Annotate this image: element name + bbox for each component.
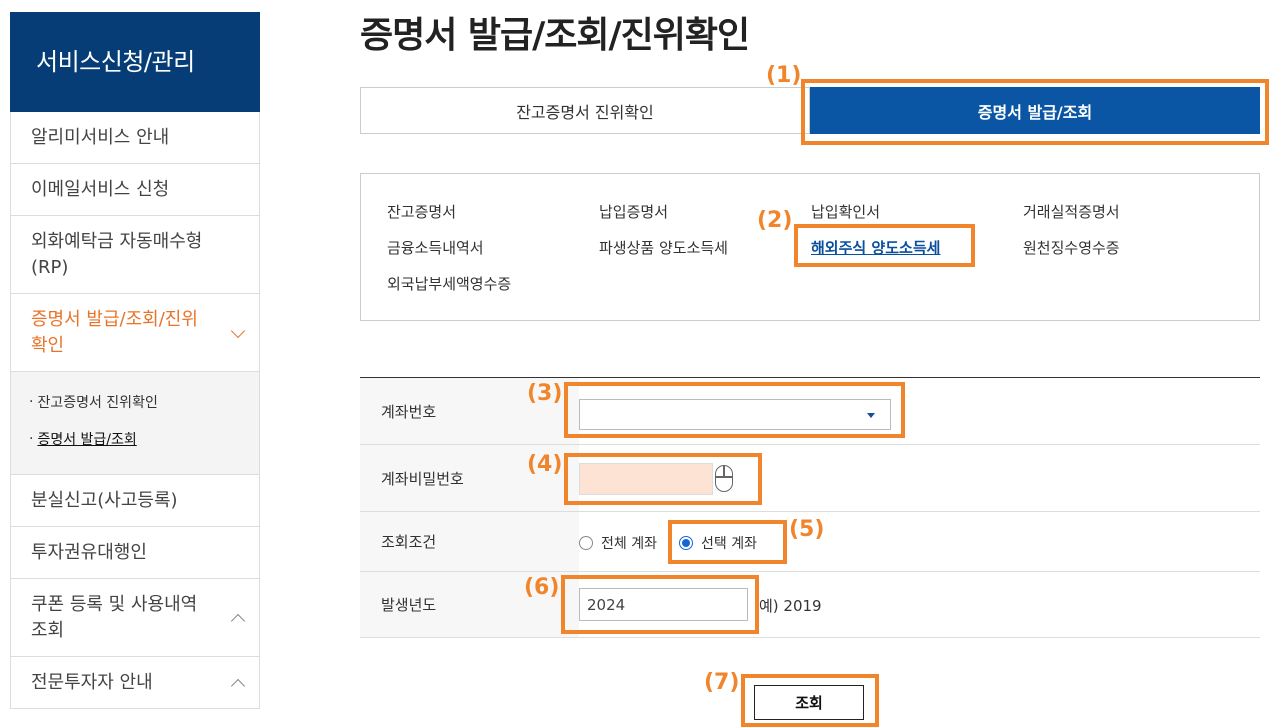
condition-label: 조회조건	[381, 533, 437, 551]
sidebar-item-label: 증명서 발급/조회/진위확인	[31, 308, 198, 356]
annotation-label-4: (4)	[527, 452, 563, 477]
annotation-label-3: (3)	[527, 381, 563, 406]
doc-payment-confirm[interactable]: 납입확인서	[811, 201, 880, 222]
doc-foreign-tax-receipt[interactable]: 외국납부세액영수증	[387, 273, 511, 294]
sidebar-item-agent[interactable]: 투자권유대행인	[10, 527, 260, 579]
sidebar-title: 서비스신청/관리	[10, 12, 260, 112]
annotation-label-7: (7)	[704, 670, 740, 695]
annotation-box-1	[801, 79, 1269, 145]
radio-all-accounts[interactable]: 전체 계좌	[579, 533, 657, 553]
radio-label: 전체 계좌	[601, 536, 657, 552]
tab-verify[interactable]: 잔고증명서 진위확인	[360, 87, 810, 134]
annotation-box-4	[564, 453, 762, 505]
form-row-password: 계좌비밀번호	[360, 445, 1260, 512]
form-row-year: 발생년도 예) 2019	[360, 572, 1260, 638]
doc-balance-cert[interactable]: 잔고증명서	[387, 201, 456, 222]
doc-payment-cert[interactable]: 납입증명서	[599, 201, 668, 222]
radio-button[interactable]	[579, 536, 593, 550]
sidebar-item-rp[interactable]: 외화예탁금 자동매수형(RP)	[10, 216, 260, 294]
sidebar-item-label: 분실신고(사고등록)	[31, 489, 178, 511]
sidebar-submenu: · 잔고증명서 진위확인 · 증명서 발급/조회	[10, 372, 260, 475]
annotation-box-5	[668, 520, 787, 564]
annotation-box-6	[561, 575, 759, 634]
submenu-item-issue[interactable]: · 증명서 발급/조회	[29, 429, 259, 449]
submenu-item-verify[interactable]: · 잔고증명서 진위확인	[29, 392, 259, 412]
annotation-label-5: (5)	[789, 517, 825, 542]
sidebar-item-label: 투자권유대행인	[31, 541, 147, 563]
annotation-box-3	[564, 382, 905, 438]
annotation-label-1: (1)	[766, 63, 802, 88]
sidebar-item-loss-report[interactable]: 분실신고(사고등록)	[10, 475, 260, 527]
annotation-label-2: (2)	[757, 208, 793, 233]
sidebar-item-label: 알리미서비스 안내	[31, 126, 170, 148]
submenu-item-label: 잔고증명서 진위확인	[37, 395, 158, 411]
chevron-up-icon	[230, 678, 246, 693]
annotation-box-7	[741, 674, 879, 727]
chevron-up-icon	[230, 613, 246, 628]
sidebar-item-certificates[interactable]: 증명서 발급/조회/진위확인	[10, 294, 260, 372]
sidebar-item-label: 이메일서비스 신청	[31, 178, 170, 200]
annotation-box-2	[794, 224, 975, 267]
doc-trade-record[interactable]: 거래실적증명서	[1023, 201, 1120, 222]
sidebar-item-coupon[interactable]: 쿠폰 등록 및 사용내역 조회	[10, 579, 260, 657]
doc-derivatives-tax[interactable]: 파생상품 양도소득세	[599, 237, 728, 258]
annotation-label-6: (6)	[524, 575, 560, 600]
doc-withholding-receipt[interactable]: 원천징수영수증	[1023, 237, 1120, 258]
chevron-down-icon	[230, 323, 246, 338]
sidebar-item-label: 외화예탁금 자동매수형(RP)	[31, 230, 203, 278]
sidebar-item-alert-service[interactable]: 알리미서비스 안내	[10, 112, 260, 164]
sidebar-item-label: 쿠폰 등록 및 사용내역 조회	[31, 593, 198, 641]
doc-financial-income[interactable]: 금융소득내역서	[387, 237, 484, 258]
sidebar-item-label: 전문투자자 안내	[31, 671, 153, 693]
year-hint: 예) 2019	[759, 597, 822, 615]
sidebar-item-pro-investor[interactable]: 전문투자자 안내	[10, 657, 260, 709]
page-title: 증명서 발급/조회/진위확인	[360, 15, 750, 56]
sidebar-item-email-service[interactable]: 이메일서비스 신청	[10, 164, 260, 216]
submenu-item-label: 증명서 발급/조회	[37, 432, 137, 448]
sidebar: 서비스신청/관리 알리미서비스 안내 이메일서비스 신청 외화예탁금 자동매수형…	[10, 12, 260, 727]
